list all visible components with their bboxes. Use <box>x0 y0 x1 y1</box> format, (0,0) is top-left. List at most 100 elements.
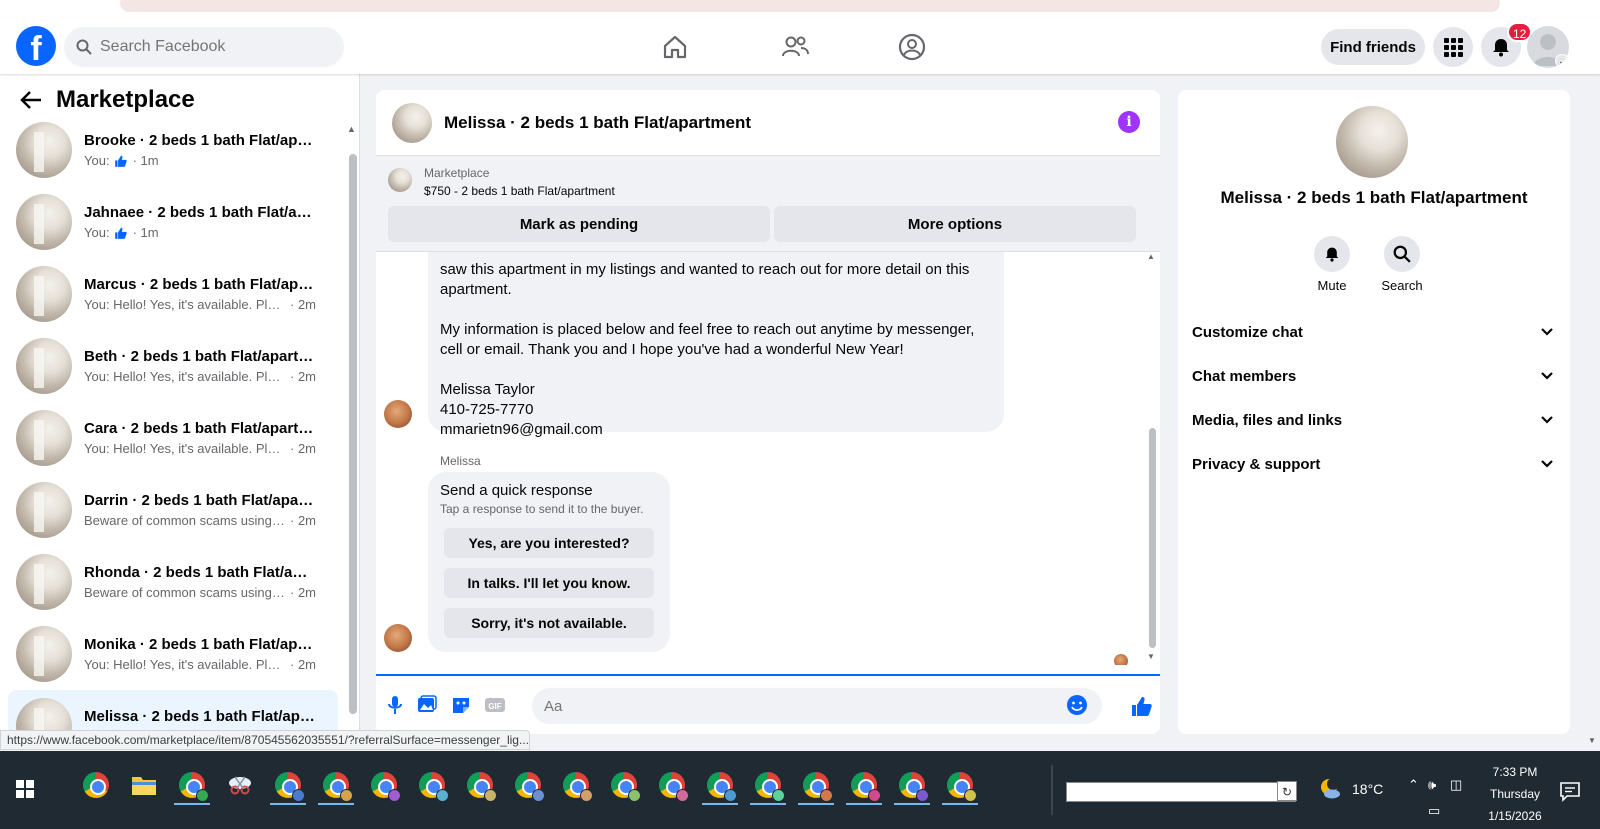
taskbar-app[interactable] <box>270 765 306 805</box>
taskbar-app[interactable] <box>942 765 978 805</box>
quick-reply-button[interactable]: Yes, are you interested? <box>444 528 654 558</box>
taskbar-app[interactable] <box>510 765 546 805</box>
scroll-up-arrow-icon[interactable]: ▲ <box>1147 252 1155 261</box>
listing-thumbnail[interactable] <box>392 102 432 143</box>
weather-moon-cloud-icon[interactable] <box>1318 777 1342 801</box>
conversation-item[interactable]: Beth · 2 beds 1 bath Flat/apartm... You: … <box>8 330 338 402</box>
groups-icon[interactable] <box>897 32 927 62</box>
listing-small-thumbnail[interactable] <box>388 168 412 192</box>
search-box[interactable] <box>64 27 344 67</box>
chrome-profile-icon <box>899 772 929 802</box>
section-label: Chat members <box>1192 367 1297 385</box>
search-input[interactable] <box>100 38 320 56</box>
more-options-button[interactable]: More options <box>774 206 1136 242</box>
customize-chat-row[interactable]: Customize chat <box>1192 312 1554 352</box>
conversation-item[interactable]: Jahnaee · 2 beds 1 bath Flat/apa... You: ·… <box>8 186 338 258</box>
conversation-item[interactable]: Cara · 2 beds 1 bath Flat/apartm... You: … <box>8 402 338 474</box>
chat-title[interactable]: Melissa · 2 beds 1 bath Flat/apartment <box>444 113 751 133</box>
taskbar-app[interactable] <box>414 765 450 805</box>
conversation-item[interactable]: Monika · 2 beds 1 bath Flat/apar... You: … <box>8 618 338 690</box>
quick-reply-button[interactable]: In talks. I'll let you know. <box>444 568 654 598</box>
scroll-up-arrow-icon[interactable]: ▲ <box>347 124 356 134</box>
message-thread: saw this apartment in my listings and wa… <box>376 252 1146 665</box>
conversation-thumbnail <box>16 554 72 610</box>
taskbar-app[interactable] <box>654 765 690 805</box>
taskbar-app[interactable] <box>846 765 882 805</box>
network-icon[interactable]: ▭ <box>1428 803 1440 819</box>
sender-avatar[interactable] <box>384 624 412 652</box>
notification-center-icon[interactable] <box>1558 779 1582 803</box>
taskbar-app[interactable] <box>750 765 786 805</box>
page-scroll-down-arrow-icon[interactable]: ▼ <box>1588 736 1596 745</box>
conversation-item[interactable]: Darrin · 2 beds 1 bath Flat/apart... Bewa… <box>8 474 338 546</box>
info-title[interactable]: Melissa · 2 beds 1 bath Flat/apartment <box>1178 188 1570 208</box>
taskbar-app[interactable] <box>558 765 594 805</box>
listing-large-thumbnail[interactable] <box>1336 106 1408 178</box>
back-arrow-icon[interactable] <box>20 90 42 110</box>
windows-start-icon[interactable] <box>16 780 34 798</box>
taskbar-app[interactable] <box>606 765 642 805</box>
taskbar-app[interactable] <box>318 765 354 805</box>
chrome-profile-icon <box>563 772 593 802</box>
mute-button[interactable] <box>1314 236 1350 272</box>
mark-as-pending-button[interactable]: Mark as pending <box>388 206 770 242</box>
taskbar-app[interactable] <box>894 765 930 805</box>
conversation-time: · 2m <box>290 585 316 600</box>
chat-scrollbar[interactable] <box>1149 428 1156 648</box>
conversation-item[interactable]: Brooke · 2 beds 1 bath Flat/apar... You: ·… <box>8 114 338 186</box>
marketplace-label: Marketplace <box>424 166 490 180</box>
conversation-item[interactable]: Rhonda · 2 beds 1 bath Flat/apar... Bewar… <box>8 546 338 618</box>
chrome-profile-icon <box>659 772 689 802</box>
tray-chevron-icon[interactable]: ⌃ <box>1408 777 1419 793</box>
privacy-support-row[interactable]: Privacy & support <box>1192 444 1554 484</box>
search-in-conversation-button[interactable] <box>1384 236 1420 272</box>
chat-members-row[interactable]: Chat members <box>1192 356 1554 396</box>
message-input[interactable] <box>544 697 1064 715</box>
message-line: mmarietn96@gmail.com <box>440 421 603 438</box>
marketplace-listing-bar: Marketplace $750 - 2 beds 1 bath Flat/ap… <box>376 156 1160 252</box>
listing-price-title[interactable]: $750 - 2 beds 1 bath Flat/apartment <box>424 184 615 198</box>
quick-reply-button[interactable]: Sorry, it's not available. <box>444 608 654 638</box>
facebook-logo-icon[interactable]: f <box>16 26 56 66</box>
conversation-time: · 1m <box>132 153 159 168</box>
search-icon <box>1393 245 1411 263</box>
taskbar-app[interactable] <box>222 765 258 805</box>
refresh-icon[interactable]: ↻ <box>1277 781 1297 801</box>
media-files-links-row[interactable]: Media, files and links <box>1192 400 1554 440</box>
conversation-item[interactable]: Melissa · 2 beds 1 bath Flat/apar...Meli… <box>8 690 338 734</box>
taskbar-app[interactable] <box>78 765 114 805</box>
taskbar-app[interactable] <box>174 765 210 805</box>
info-icon[interactable]: i <box>1118 111 1140 133</box>
chrome-profile-icon <box>179 772 209 802</box>
system-clock[interactable]: 7:33 PM Thursday 1/15/2026 <box>1475 761 1555 827</box>
taskbar-app[interactable] <box>462 765 498 805</box>
conversation-thumbnail <box>16 266 72 322</box>
gif-icon[interactable]: GIF <box>484 694 506 716</box>
speaker-icon[interactable]: 🕪 <box>1428 777 1436 793</box>
emoji-icon[interactable] <box>1066 694 1088 716</box>
friends-icon[interactable] <box>780 32 810 62</box>
meet-icon[interactable]: ◫ <box>1450 777 1462 793</box>
sidebar-scrollbar[interactable] <box>349 154 357 714</box>
taskbar-app[interactable] <box>366 765 402 805</box>
find-friends-button[interactable]: Find friends <box>1321 29 1425 65</box>
message-input-box[interactable] <box>532 688 1102 724</box>
sender-avatar[interactable] <box>384 400 412 428</box>
sender-name: Melissa <box>440 454 481 468</box>
sticker-icon[interactable] <box>450 694 472 716</box>
microphone-icon[interactable] <box>384 694 406 716</box>
thumbs-up-icon[interactable] <box>1130 694 1154 718</box>
photo-icon[interactable] <box>416 694 438 716</box>
taskbar-app[interactable] <box>798 765 834 805</box>
taskbar-address-combo[interactable]: ⌄ <box>1066 782 1296 802</box>
profile-avatar[interactable]: ⌄ <box>1527 26 1569 68</box>
home-icon[interactable] <box>660 32 690 62</box>
taskbar-app[interactable] <box>702 765 738 805</box>
message-bubble[interactable]: saw this apartment in my listings and wa… <box>428 252 1004 438</box>
scroll-down-arrow-icon[interactable]: ▼ <box>1147 652 1155 661</box>
menu-grid-button[interactable] <box>1433 27 1473 67</box>
taskbar-app[interactable] <box>126 765 162 805</box>
conversation-item[interactable]: Marcus · 2 beds 1 bath Flat/apar... You: … <box>8 258 338 330</box>
conversation-name: Cara · 2 beds 1 bath Flat/apartm... <box>84 420 316 437</box>
address-bar[interactable] <box>120 0 1500 12</box>
